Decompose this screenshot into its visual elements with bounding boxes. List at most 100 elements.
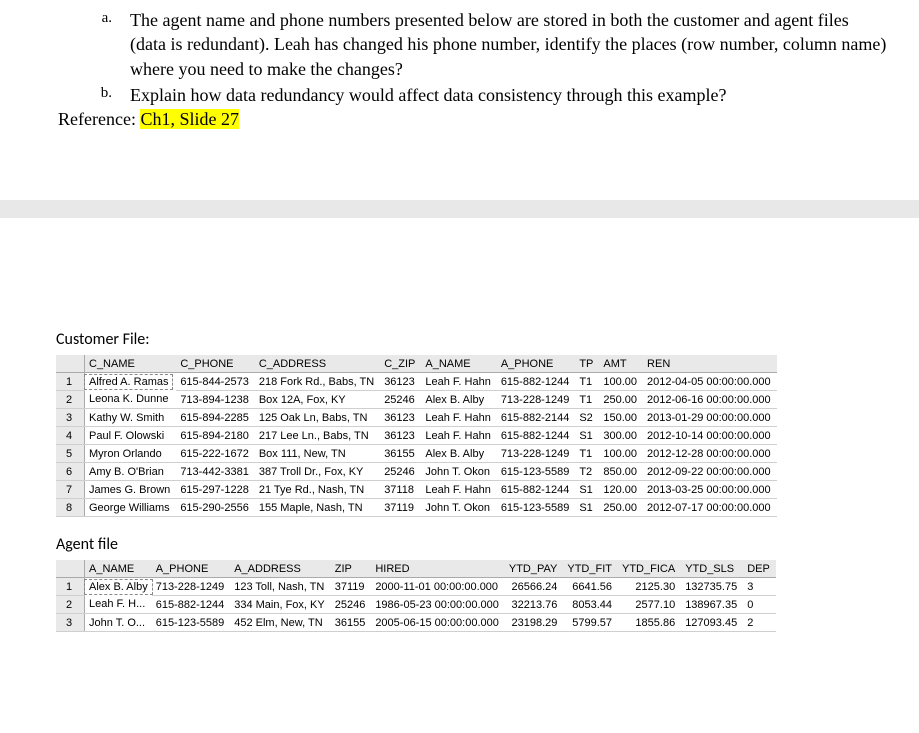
- cell: 615-222-1672: [176, 445, 255, 463]
- cell: 218 Fork Rd., Babs, TN: [255, 373, 380, 391]
- table-row: 5Myron Orlando615-222-1672Box 111, New, …: [56, 445, 777, 463]
- customer-column-header: C_ADDRESS: [255, 355, 380, 373]
- table-row: 6Amy B. O'Brian713-442-3381387 Troll Dr.…: [56, 463, 777, 481]
- reference-highlight: Ch1, Slide 27: [140, 109, 239, 129]
- cell: 1986-05-23 00:00:00.000: [371, 596, 505, 614]
- cell: 3: [743, 578, 776, 596]
- agent-column-header: YTD_PAY: [505, 560, 564, 578]
- cell: Alex B. Alby: [421, 445, 496, 463]
- cell: 2012-07-17 00:00:00.000: [643, 499, 777, 517]
- cell: 850.00: [599, 463, 643, 481]
- table-row: 2Leona K. Dunne713-894-1238Box 12A, Fox,…: [56, 391, 777, 409]
- row-number: 4: [56, 427, 85, 445]
- item-b-marker: b.: [32, 83, 130, 107]
- table-row: 1Alfred A. Ramas615-844-2573218 Fork Rd.…: [56, 373, 777, 391]
- cell: Kathy W. Smith: [85, 409, 177, 427]
- cell: 36123: [380, 409, 421, 427]
- table-row: 3Kathy W. Smith615-894-2285125 Oak Ln, B…: [56, 409, 777, 427]
- cell: 127093.45: [681, 614, 743, 632]
- cell: 300.00: [599, 427, 643, 445]
- customer-table: C_NAMEC_PHONEC_ADDRESSC_ZIPA_NAMEA_PHONE…: [56, 355, 777, 517]
- agent-column-header: A_PHONE: [152, 560, 231, 578]
- customer-column-header: AMT: [599, 355, 643, 373]
- customer-column-header: A_PHONE: [497, 355, 576, 373]
- agent-column-header: DEP: [743, 560, 776, 578]
- customer-column-header: C_NAME: [85, 355, 177, 373]
- cell: 25246: [380, 391, 421, 409]
- cell: 2012-12-28 00:00:00.000: [643, 445, 777, 463]
- row-number: 5: [56, 445, 85, 463]
- cell: 615-882-2144: [497, 409, 576, 427]
- cell: 36155: [331, 614, 372, 632]
- cell: 2013-03-25 00:00:00.000: [643, 481, 777, 499]
- cell: Alfred A. Ramas: [85, 373, 177, 391]
- cell: Leah F. Hahn: [421, 427, 496, 445]
- cell: 250.00: [599, 499, 643, 517]
- cell: Alex B. Alby: [85, 578, 152, 596]
- item-a-text: The agent name and phone numbers present…: [130, 8, 887, 81]
- cell: 713-228-1249: [152, 578, 231, 596]
- table-row: 8George Williams615-290-2556155 Maple, N…: [56, 499, 777, 517]
- cell: T1: [575, 445, 599, 463]
- cell: 120.00: [599, 481, 643, 499]
- cell: 132735.75: [681, 578, 743, 596]
- agent-column-header: YTD_FICA: [618, 560, 681, 578]
- cell: Leah F. H...: [85, 596, 152, 614]
- agent-column-header: YTD_SLS: [681, 560, 743, 578]
- cell: 37119: [380, 499, 421, 517]
- table-row: 3John T. O...615-123-5589452 Elm, New, T…: [56, 614, 776, 632]
- customer-column-header: TP: [575, 355, 599, 373]
- cell: Paul F. Olowski: [85, 427, 177, 445]
- row-number: 8: [56, 499, 85, 517]
- cell: Box 111, New, TN: [255, 445, 380, 463]
- cell: 2012-09-22 00:00:00.000: [643, 463, 777, 481]
- cell: 713-894-1238: [176, 391, 255, 409]
- grey-band: [0, 200, 919, 218]
- cell: T1: [575, 391, 599, 409]
- agent-file-header: Agent file: [56, 535, 887, 554]
- cell: 5799.57: [563, 614, 618, 632]
- cell: 713-228-1249: [497, 445, 576, 463]
- cell: 100.00: [599, 445, 643, 463]
- cell: 8053.44: [563, 596, 618, 614]
- cell: T2: [575, 463, 599, 481]
- cell: 713-228-1249: [497, 391, 576, 409]
- table-row: 4Paul F. Olowski615-894-2180217 Lee Ln.,…: [56, 427, 777, 445]
- agent-column-header: ZIP: [331, 560, 372, 578]
- agent-column-header: YTD_FIT: [563, 560, 618, 578]
- reference-line: Reference: Ch1, Slide 27: [58, 109, 887, 130]
- table-row: 1Alex B. Alby713-228-1249123 Toll, Nash,…: [56, 578, 776, 596]
- item-a-marker: a.: [32, 8, 130, 81]
- cell: 713-442-3381: [176, 463, 255, 481]
- table-row: 2Leah F. H...615-882-1244334 Main, Fox, …: [56, 596, 776, 614]
- row-number: 3: [56, 614, 85, 632]
- customer-file-header: Customer File:: [56, 330, 887, 349]
- cell: 615-894-2285: [176, 409, 255, 427]
- cell: 615-123-5589: [152, 614, 231, 632]
- cell: 2125.30: [618, 578, 681, 596]
- cell: 23198.29: [505, 614, 564, 632]
- cell: 21 Tye Rd., Nash, TN: [255, 481, 380, 499]
- question-list: a. The agent name and phone numbers pres…: [32, 8, 887, 107]
- cell: 6641.56: [563, 578, 618, 596]
- cell: 217 Lee Ln., Babs, TN: [255, 427, 380, 445]
- cell: George Williams: [85, 499, 177, 517]
- item-b-text: Explain how data redundancy would affect…: [130, 83, 887, 107]
- cell: 37118: [380, 481, 421, 499]
- cell: Amy B. O'Brian: [85, 463, 177, 481]
- cell: James G. Brown: [85, 481, 177, 499]
- cell: 2000-11-01 00:00:00.000: [371, 578, 505, 596]
- agent-column-header: HIRED: [371, 560, 505, 578]
- table-row: 7James G. Brown615-297-122821 Tye Rd., N…: [56, 481, 777, 499]
- cell: Alex B. Alby: [421, 391, 496, 409]
- reference-label: Reference:: [58, 109, 140, 129]
- cell: 615-882-1244: [497, 427, 576, 445]
- cell: 36155: [380, 445, 421, 463]
- cell: 2012-04-05 00:00:00.000: [643, 373, 777, 391]
- cell: 2013-01-29 00:00:00.000: [643, 409, 777, 427]
- customer-column-header: REN: [643, 355, 777, 373]
- row-number: 6: [56, 463, 85, 481]
- agent-column-header: A_NAME: [85, 560, 152, 578]
- cell: John T. Okon: [421, 499, 496, 517]
- cell: 615-894-2180: [176, 427, 255, 445]
